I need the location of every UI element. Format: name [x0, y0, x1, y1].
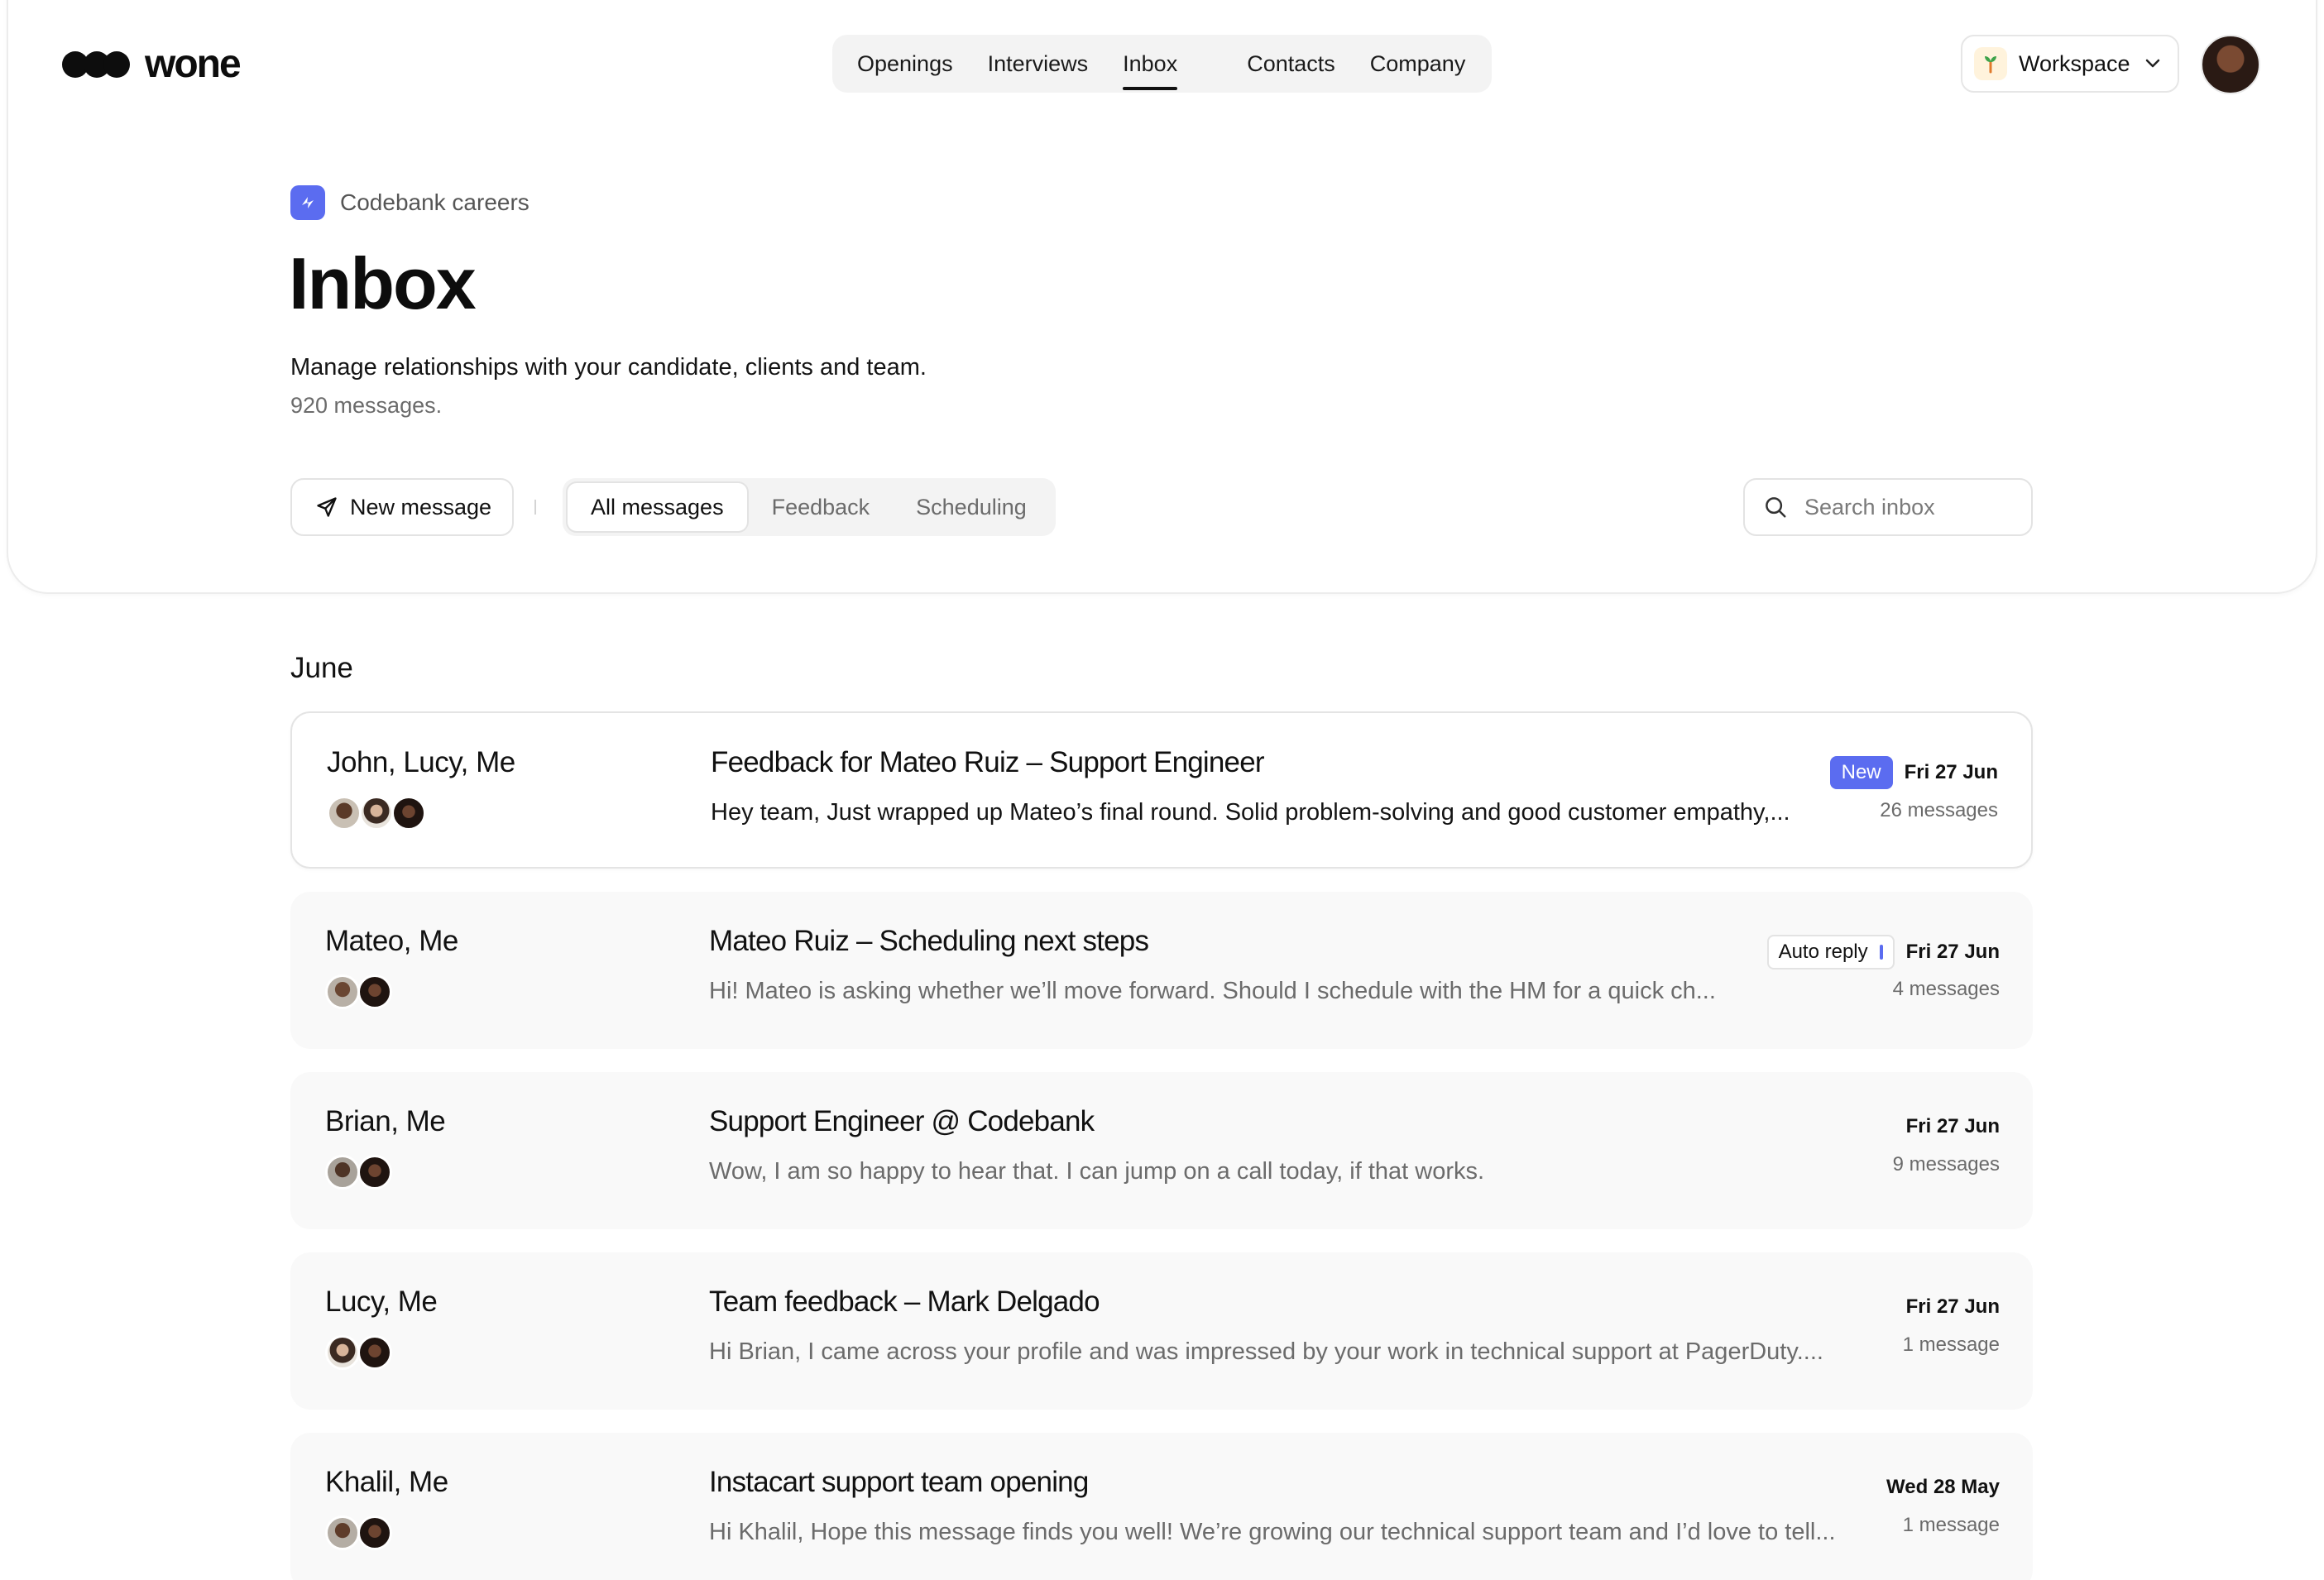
avatar	[325, 1515, 360, 1550]
thread-preview: Hi Brian, I came across your profile and…	[709, 1338, 1823, 1365]
thread-subject: Team feedback – Mark Delgado	[709, 1286, 1100, 1318]
thread-message-count: 9 messages	[1892, 1153, 2000, 1175]
participant-avatars	[325, 974, 392, 1009]
thread-message-count: 1 message	[1902, 1514, 2000, 1536]
thread-subject: Feedback for Mateo Ruiz – Support Engine…	[711, 746, 1265, 778]
tab-all-messages[interactable]: All messages	[566, 481, 749, 533]
thread-row[interactable]: Mateo, Me Mateo Ruiz – Scheduling next s…	[290, 892, 2033, 1049]
avatar	[357, 1335, 392, 1370]
auto-reply-label: Auto reply	[1778, 941, 1868, 963]
nav-item-company[interactable]: Company	[1370, 51, 1466, 77]
thread-preview: Hey team, Just wrapped up Mateo’s final …	[711, 799, 1790, 826]
thread-row[interactable]: Lucy, Me Team feedback – Mark Delgado Hi…	[290, 1252, 2033, 1410]
user-avatar[interactable]	[2201, 35, 2260, 94]
workspace-plant-icon	[1974, 47, 2007, 80]
avatar	[325, 1155, 360, 1190]
thread-message-count: 4 messages	[1892, 978, 2000, 1000]
thread-participants: John, Lucy, Me	[327, 746, 515, 778]
nav-item-contacts[interactable]: Contacts	[1247, 51, 1335, 77]
new-message-label: New message	[350, 494, 492, 519]
page-subtitle: Manage relationships with your candidate…	[290, 354, 927, 381]
avatar	[357, 1155, 392, 1190]
participant-avatars	[325, 1515, 392, 1550]
company-brand: Codebank careers	[290, 185, 529, 220]
thread-preview: Hi Khalil, Hope this message finds you w…	[709, 1519, 1836, 1545]
participant-avatars	[325, 1155, 392, 1190]
new-badge: New	[1829, 756, 1893, 789]
company-name: Codebank careers	[340, 189, 529, 215]
thread-participants: Mateo, Me	[325, 925, 458, 957]
avatar	[325, 1335, 360, 1370]
avatar	[391, 796, 426, 831]
thread-date: Fri 27 Jun	[1905, 1115, 2000, 1137]
thread-message-count: 26 messages	[1880, 799, 1998, 821]
participant-avatars	[325, 1335, 392, 1370]
thread-date: Fri 27 Jun	[1905, 1295, 2000, 1318]
workspace-switcher[interactable]: Workspace	[1961, 35, 2179, 93]
chevron-down-icon	[2145, 59, 2159, 68]
search-box	[1743, 478, 2033, 536]
thread-subject: Instacart support team opening	[709, 1466, 1089, 1498]
thread-participants: Brian, Me	[325, 1105, 446, 1137]
workspace-label: Workspace	[2019, 50, 2130, 76]
avatar	[327, 796, 362, 831]
nav-item-inbox[interactable]: Inbox	[1123, 51, 1178, 90]
thread-date: Fri 27 Jun	[1904, 761, 1998, 783]
message-count: 920 messages.	[290, 393, 443, 418]
new-message-button[interactable]: New message	[290, 478, 514, 536]
send-icon	[317, 497, 337, 517]
nav-item-openings[interactable]: Openings	[857, 51, 953, 77]
tab-feedback[interactable]: Feedback	[749, 481, 894, 533]
logo-text: wone	[145, 42, 242, 86]
main-nav: Openings Interviews Inbox Contacts Compa…	[832, 35, 1492, 93]
thread-participants: Khalil, Me	[325, 1466, 448, 1498]
thread-preview: Wow, I am so happy to hear that. I can j…	[709, 1158, 1485, 1185]
thread-row[interactable]: John, Lucy, Me Feedback for Mateo Ruiz –…	[290, 711, 2033, 869]
thread-participants: Lucy, Me	[325, 1286, 438, 1318]
app-logo[interactable]: wone	[62, 41, 242, 87]
thread-row[interactable]: Khalil, Me Instacart support team openin…	[290, 1433, 2033, 1580]
company-logo-icon	[290, 185, 325, 220]
month-heading: June	[290, 652, 353, 684]
thread-date: Wed 28 May	[1886, 1476, 2000, 1498]
thread-date: Fri 27 Jun	[1905, 941, 2000, 963]
avatar	[357, 974, 392, 1009]
tab-scheduling[interactable]: Scheduling	[893, 481, 1050, 533]
thread-subject: Mateo Ruiz – Scheduling next steps	[709, 925, 1149, 957]
logo-mark-icon	[62, 50, 130, 78]
auto-reply-indicator	[1879, 945, 1883, 960]
page-title: Inbox	[289, 242, 477, 324]
thread-subject: Support Engineer @ Codebank	[709, 1105, 1095, 1137]
thread-row[interactable]: Brian, Me Support Engineer @ Codebank Wo…	[290, 1072, 2033, 1229]
auto-reply-badge: Auto reply	[1766, 935, 1895, 970]
search-icon	[1766, 497, 1786, 518]
thread-message-count: 1 message	[1902, 1333, 2000, 1356]
avatar	[325, 974, 360, 1009]
search-input[interactable]	[1804, 494, 2020, 520]
avatar	[359, 796, 394, 831]
message-filter-tabs: All messages Feedback Scheduling	[563, 478, 1056, 536]
avatar	[357, 1515, 392, 1550]
thread-preview: Hi! Mateo is asking whether we’ll move f…	[709, 978, 1716, 1004]
participant-avatars	[327, 796, 426, 831]
nav-item-interviews[interactable]: Interviews	[988, 51, 1089, 77]
toolbar-divider	[534, 500, 536, 515]
